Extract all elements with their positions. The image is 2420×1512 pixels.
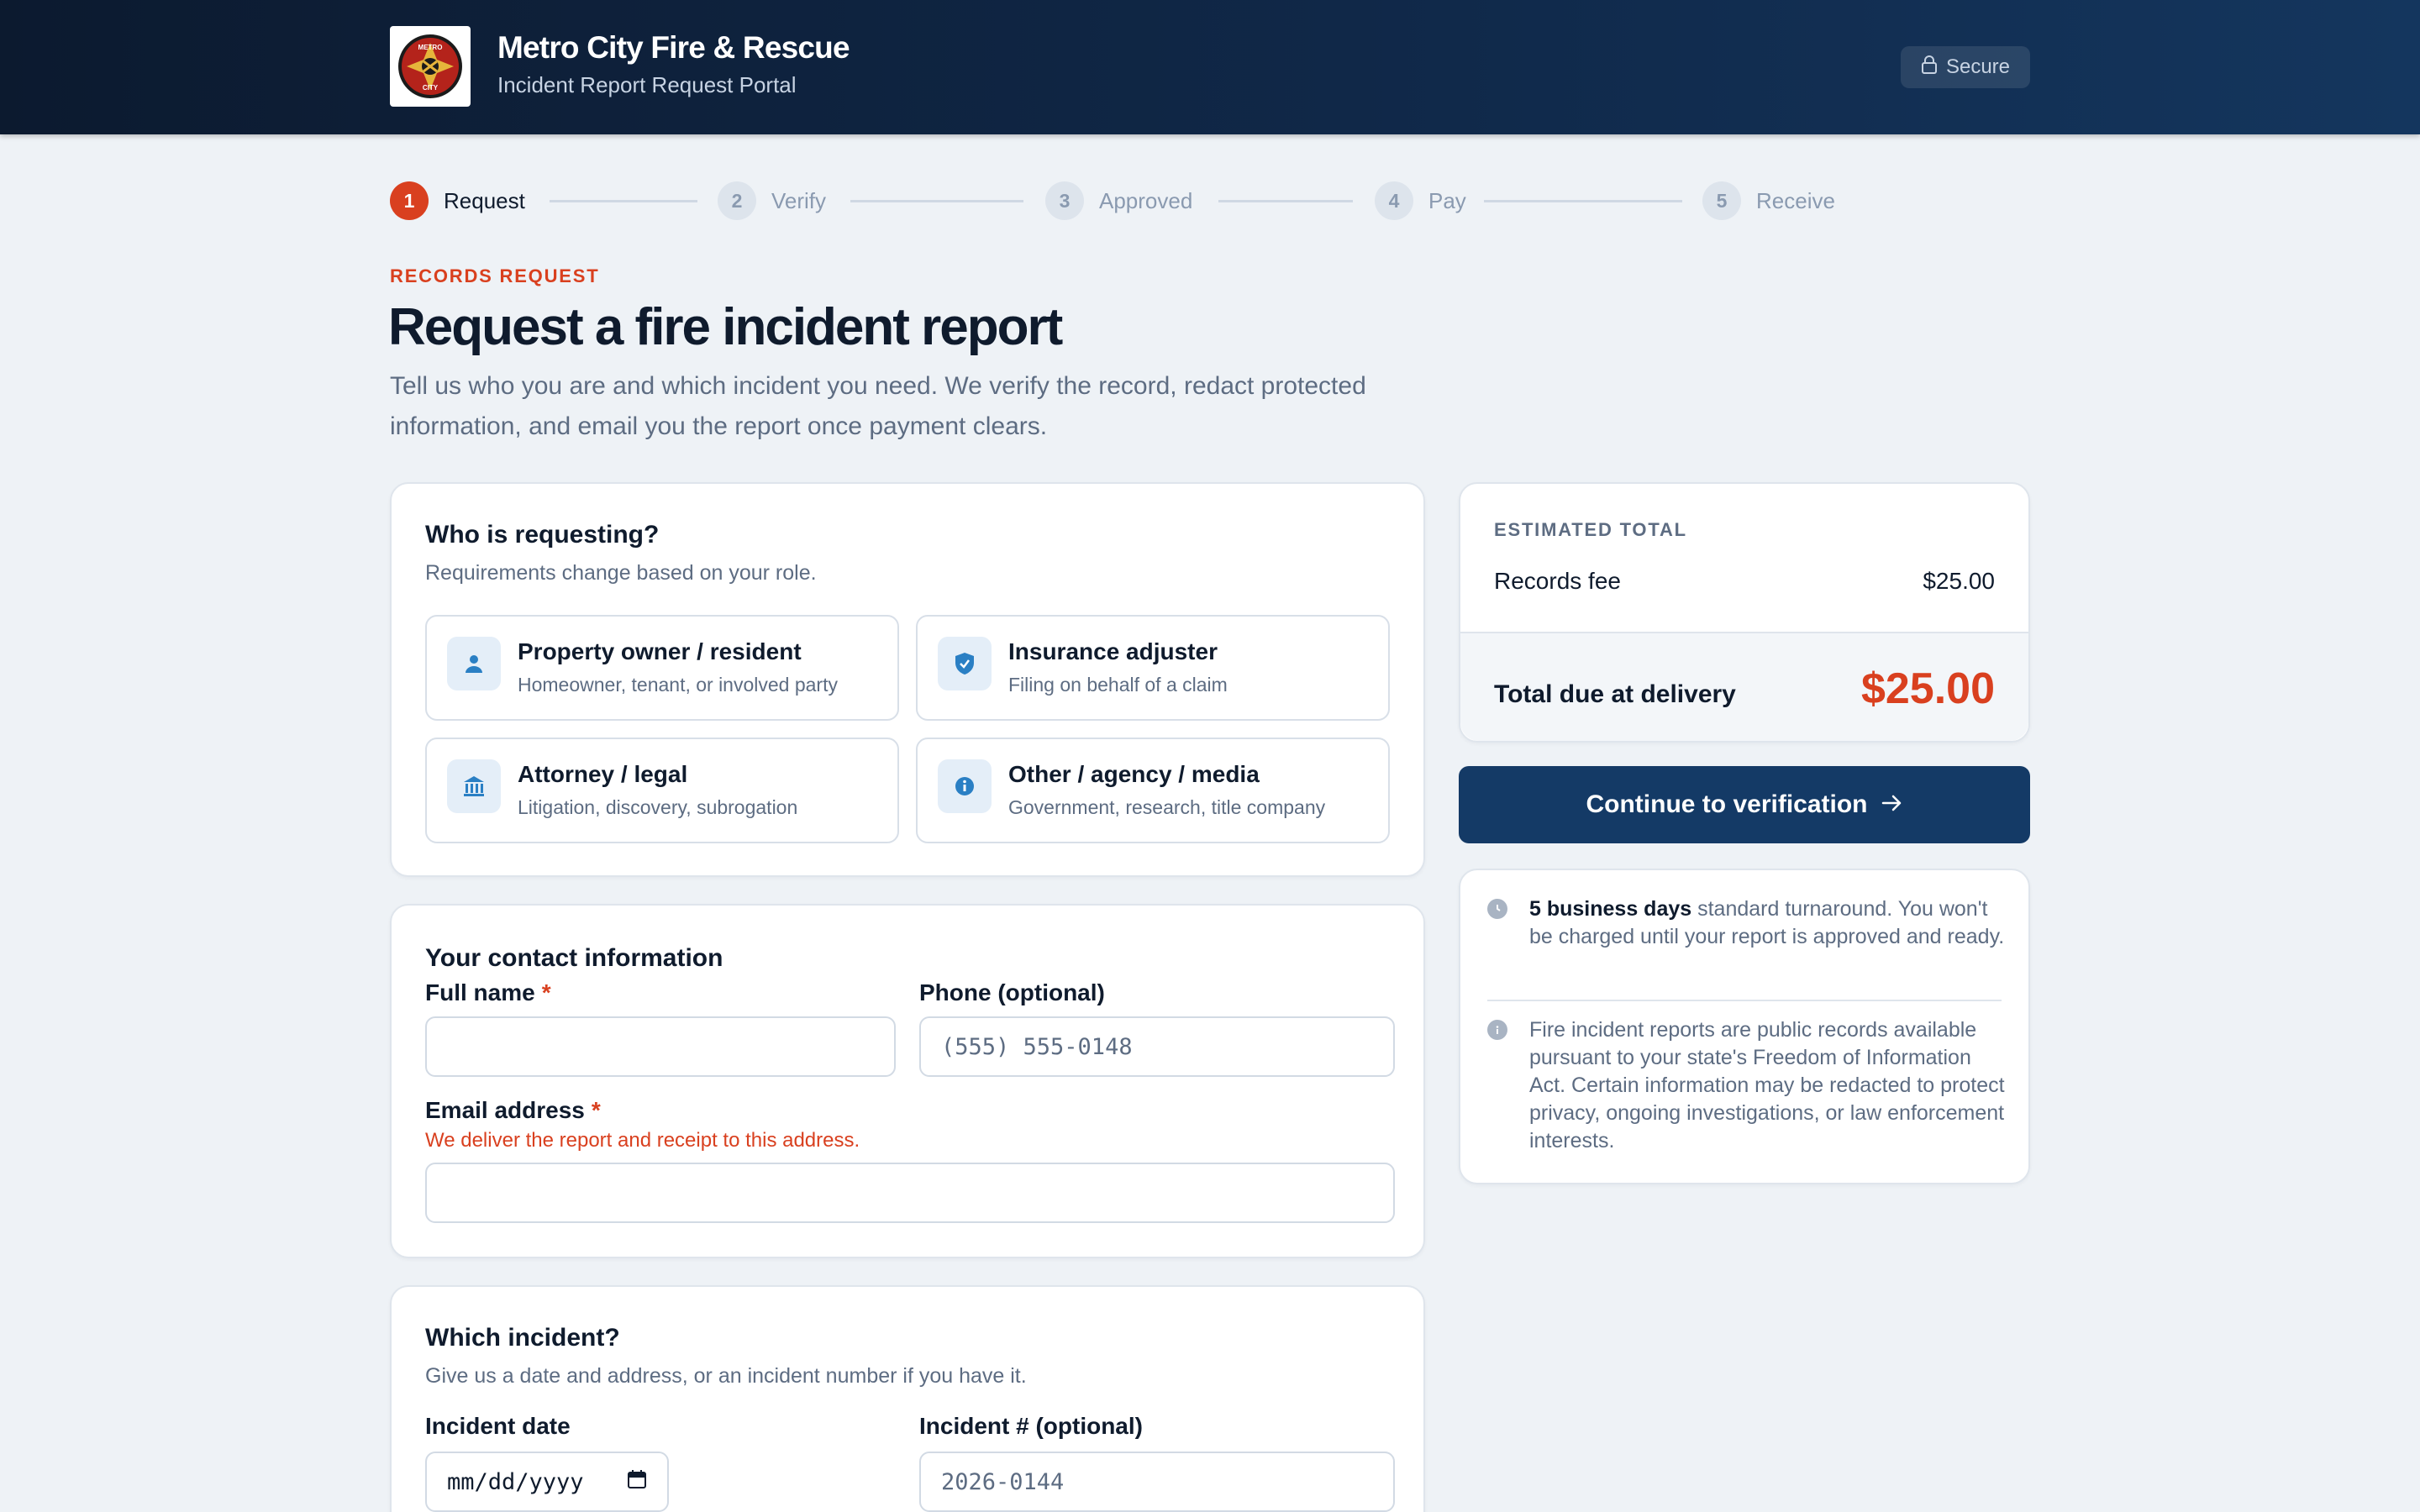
step-connector [1484,200,1682,202]
section-eyebrow: RECORDS REQUEST [390,265,600,286]
role-title: Attorney / legal [518,761,688,787]
estimate-label: ESTIMATED TOTAL [1494,519,1687,540]
building-icon [447,759,501,813]
info-icon [938,759,992,813]
requester-card: Who is requesting? Requirements change b… [390,482,1425,877]
role-description: Litigation, discovery, subrogation [518,796,798,818]
foia-text: Fire incident reports are public records… [1529,1018,2005,1152]
turnaround-text: 5 business days standard turnaround. You… [1529,897,2005,948]
step-label: Verify [771,187,827,213]
role-option-attorney[interactable]: Attorney / legal Litigation, discovery, … [425,738,899,843]
step-label: Request [444,187,525,213]
person-icon [447,637,501,690]
email-hint: We deliver the report and receipt to thi… [425,1129,860,1152]
role-option-other-agency[interactable]: Other / agency / media Government, resea… [916,738,1390,843]
contact-title: Your contact information [425,944,723,972]
incident-date-label: Incident date [425,1413,571,1439]
site-subtitle: Incident Report Request Portal [497,72,797,97]
date-placeholder: mm/dd/yyyy [447,1468,584,1495]
svg-text:CITY: CITY [423,84,439,92]
step-number: 5 [1702,181,1741,220]
phone-label: Phone (optional) [919,979,1105,1005]
full-name-input[interactable] [425,1016,896,1077]
top-header: METRO CITY Metro City Fire & Rescue Inci… [0,0,2420,134]
step-number: 3 [1045,181,1084,220]
info-divider [1487,1000,2002,1001]
total-due-label: Total due at delivery [1494,680,1736,708]
step-label: Receive [1756,187,1835,213]
required-asterisk: * [591,1097,601,1123]
fire-department-logo: METRO CITY [390,26,471,107]
records-fee-label: Records fee [1494,568,1621,594]
email-input[interactable] [425,1163,1395,1223]
secure-badge: Secure [1901,46,2030,88]
role-description: Homeowner, tenant, or involved party [518,674,838,696]
incident-title: Which incident? [425,1324,620,1352]
step-number: 4 [1375,181,1413,220]
incident-card: Which incident? Give us a date and addre… [390,1285,1425,1512]
step-label: Pay [1428,187,1466,213]
shield-icon [938,637,992,690]
email-label: Email address * [425,1097,601,1123]
site-title: Metro City Fire & Rescue [497,30,850,65]
required-asterisk: * [541,979,551,1005]
role-description: Filing on behalf of a claim [1008,674,1228,696]
step-label: Approved [1099,187,1193,213]
calendar-icon[interactable] [627,1469,647,1495]
role-title: Insurance adjuster [1008,638,1218,664]
secure-label: Secure [1945,55,2011,78]
step-verify: 2 Verify [718,181,826,220]
step-connector [550,200,697,202]
continue-label: Continue to verification [1586,790,1868,818]
step-connector [850,200,1023,202]
requester-title: Who is requesting? [425,521,660,549]
step-approved: 3 Approved [1045,181,1192,220]
page-description: Tell us who you are and which incident y… [390,372,1366,440]
lock-icon [1921,55,1938,80]
total-due-amount: $25.00 [1860,664,1995,713]
step-number: 1 [390,181,429,220]
svg-text:METRO: METRO [418,44,443,51]
phone-input[interactable]: (555) 555-0148 [919,1016,1395,1077]
role-description: Government, research, title company [1008,796,1326,818]
arrow-right-icon [1881,790,1903,819]
step-request: 1 Request [390,181,525,220]
contact-card: Your contact information Full name * Phon… [390,904,1425,1258]
role-title: Other / agency / media [1008,761,1260,787]
foia-note: Fire incident reports are public records… [1487,1016,2008,1159]
step-connector [1218,200,1353,202]
requester-subtitle: Requirements change based on your role. [425,561,817,585]
full-name-label: Full name * [425,979,551,1005]
incident-date-input[interactable]: mm/dd/yyyy [425,1452,669,1512]
total-band: Total due at delivery $25.00 [1460,632,2028,741]
role-option-insurance-adjuster[interactable]: Insurance adjuster Filing on behalf of a… [916,615,1390,721]
turnaround-note: 5 business days standard turnaround. You… [1487,895,2008,996]
step-pay: 4 Pay [1375,181,1466,220]
incident-number-label: Incident # (optional) [919,1413,1143,1439]
page-title: Request a fire incident report [388,298,1063,356]
records-fee-value: $25.00 [1923,568,1995,594]
continue-button[interactable]: Continue to verification [1459,766,2030,843]
info-icon [1487,1020,1507,1040]
incident-subtitle: Give us a date and address, or an incide… [425,1364,1027,1388]
clock-icon [1487,899,1507,919]
step-number: 2 [718,181,756,220]
role-title: Property owner / resident [518,638,802,664]
role-option-property-owner[interactable]: Property owner / resident Homeowner, ten… [425,615,899,721]
incident-number-input[interactable]: 2026-0144 [919,1452,1395,1512]
step-receive: 5 Receive [1702,181,1835,220]
